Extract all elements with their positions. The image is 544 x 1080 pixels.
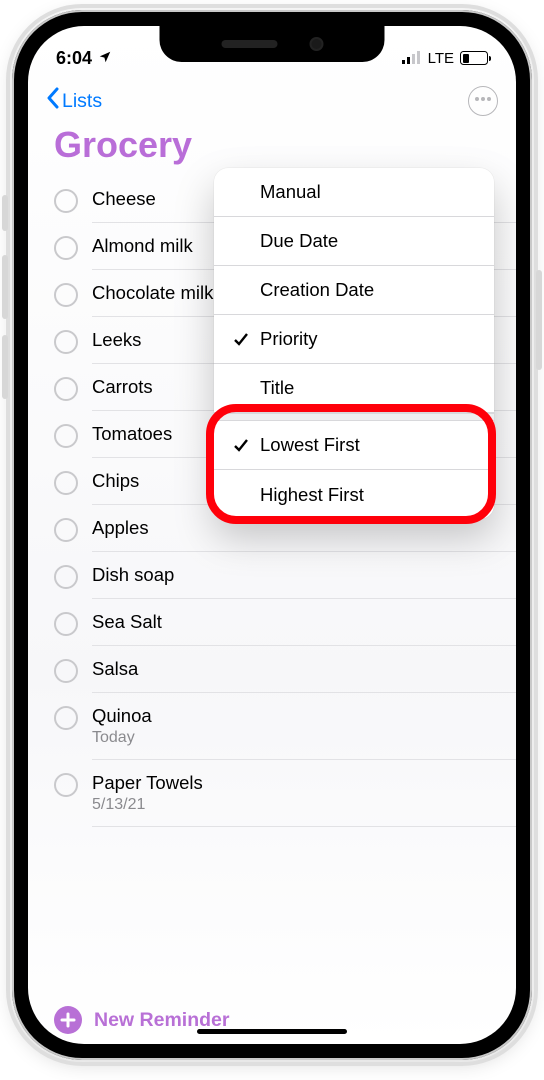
reminder-row[interactable]: Sea Salt	[28, 599, 516, 646]
menu-item-label: Title	[260, 377, 294, 399]
sort-option-manual[interactable]: Manual	[214, 168, 494, 217]
screen: 6:04 LTE Lists	[28, 26, 516, 1044]
notch	[160, 26, 385, 62]
reminder-text[interactable]: Sea Salt	[92, 611, 516, 646]
ellipsis-icon	[474, 96, 492, 102]
back-button[interactable]: Lists	[46, 87, 102, 115]
reminder-title: Salsa	[92, 658, 516, 680]
reminder-subtitle: 5/13/21	[92, 796, 516, 814]
complete-toggle[interactable]	[54, 518, 78, 542]
reminder-text[interactable]: Salsa	[92, 658, 516, 693]
menu-item-label: Lowest First	[260, 434, 360, 456]
status-clock: 6:04	[56, 48, 92, 69]
menu-item-label: Due Date	[260, 230, 338, 252]
reminder-title: Paper Towels	[92, 772, 516, 794]
reminder-title: Quinoa	[92, 705, 516, 727]
complete-toggle[interactable]	[54, 773, 78, 797]
reminder-title: Dish soap	[92, 564, 516, 586]
volume-down-button	[2, 335, 8, 399]
checkmark-icon	[232, 437, 250, 453]
power-button	[536, 270, 542, 370]
menu-item-label: Priority	[260, 328, 318, 350]
complete-toggle[interactable]	[54, 612, 78, 636]
complete-toggle[interactable]	[54, 471, 78, 495]
checkmark-icon	[232, 331, 250, 347]
sort-order-highest-first[interactable]: Highest First	[214, 470, 494, 519]
new-reminder-button[interactable]: New Reminder	[28, 992, 516, 1044]
nav-bar: Lists	[28, 76, 516, 122]
reminder-title: Apples	[92, 517, 516, 539]
complete-toggle[interactable]	[54, 283, 78, 307]
sort-option-creation-date[interactable]: Creation Date	[214, 266, 494, 315]
more-button[interactable]	[468, 86, 498, 116]
complete-toggle[interactable]	[54, 377, 78, 401]
reminder-text[interactable]: Apples	[92, 517, 516, 552]
chevron-left-icon	[46, 87, 60, 115]
home-indicator[interactable]	[197, 1029, 347, 1034]
complete-toggle[interactable]	[54, 330, 78, 354]
reminder-row[interactable]: Paper Towels 5/13/21	[28, 760, 516, 827]
complete-toggle[interactable]	[54, 424, 78, 448]
plus-icon	[54, 1006, 82, 1034]
back-label: Lists	[62, 90, 102, 113]
reminder-text[interactable]: Paper Towels 5/13/21	[92, 772, 516, 827]
sort-option-priority[interactable]: Priority	[214, 315, 494, 364]
mute-switch	[2, 195, 8, 231]
reminder-row[interactable]: Salsa	[28, 646, 516, 693]
reminder-subtitle: Today	[92, 729, 516, 747]
battery-icon	[460, 51, 488, 65]
reminder-row[interactable]: Quinoa Today	[28, 693, 516, 760]
reminder-text[interactable]: Dish soap	[92, 564, 516, 599]
cellular-icon	[402, 48, 422, 69]
sort-option-due-date[interactable]: Due Date	[214, 217, 494, 266]
volume-up-button	[2, 255, 8, 319]
complete-toggle[interactable]	[54, 189, 78, 213]
complete-toggle[interactable]	[54, 659, 78, 683]
sort-menu: Manual Due Date Creation Date Priority Title…	[214, 168, 494, 519]
menu-group-separator	[214, 413, 494, 421]
network-label: LTE	[428, 50, 454, 67]
complete-toggle[interactable]	[54, 236, 78, 260]
sort-option-title[interactable]: Title	[214, 364, 494, 413]
reminder-title: Sea Salt	[92, 611, 516, 633]
menu-item-label: Highest First	[260, 484, 364, 506]
menu-item-label: Creation Date	[260, 279, 374, 301]
reminder-row[interactable]: Dish soap	[28, 552, 516, 599]
complete-toggle[interactable]	[54, 706, 78, 730]
reminder-text[interactable]: Quinoa Today	[92, 705, 516, 760]
device-frame: 6:04 LTE Lists	[12, 10, 532, 1060]
sort-order-lowest-first[interactable]: Lowest First	[214, 421, 494, 470]
complete-toggle[interactable]	[54, 565, 78, 589]
menu-item-label: Manual	[260, 181, 321, 203]
location-icon	[98, 48, 112, 69]
